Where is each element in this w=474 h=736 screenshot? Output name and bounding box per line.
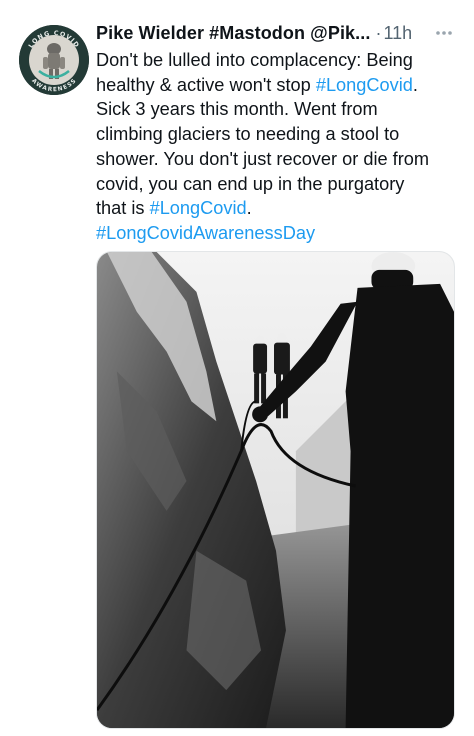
tweet-text: Don't be lulled into complacency: Being h…: [96, 48, 458, 246]
tweet-text-line: Sick 3 years this month. Went from: [96, 99, 378, 120]
avatar[interactable]: LONG COVID AWARENESS: [19, 25, 89, 95]
glacier-climbing-photo: [97, 252, 454, 728]
tweet-text-line: shower. You don't just recover or die fr…: [96, 148, 430, 169]
tweet-text-line: Don't be lulled into complacency: Being: [96, 50, 413, 70]
tweet-text-line: #LongCovidAwarenessDay: [96, 221, 458, 246]
hashtag-link[interactable]: #LongCovidAwarenessDay: [96, 223, 315, 243]
tweet-media[interactable]: [96, 251, 455, 729]
author-name[interactable]: Pike Wielder #Mastodon @Pik...: [96, 23, 370, 44]
tweet-text-line: climbing glaciers to needing a stool to: [96, 124, 400, 145]
hashtag-link[interactable]: #LongCovid: [150, 198, 247, 218]
tweet-text-line: that is #LongCovid.: [96, 198, 252, 219]
timestamp[interactable]: 11h: [383, 23, 412, 44]
tweet[interactable]: LONG COVID AWARENESS Pike Wielder #Masto…: [0, 0, 474, 736]
long-covid-awareness-logo: LONG COVID AWARENESS: [19, 25, 89, 95]
tweet-header: Pike Wielder #Mastodon @Pik... · 11h: [96, 19, 458, 47]
hashtag-link[interactable]: #LongCovid: [316, 75, 413, 95]
tweet-text-line: covid, you can end up in the purgatory: [96, 173, 405, 194]
more-dots-icon[interactable]: [430, 19, 458, 47]
tweet-text-line: healthy & active won't stop #LongCovid.: [96, 74, 418, 95]
separator: ·: [375, 22, 382, 43]
